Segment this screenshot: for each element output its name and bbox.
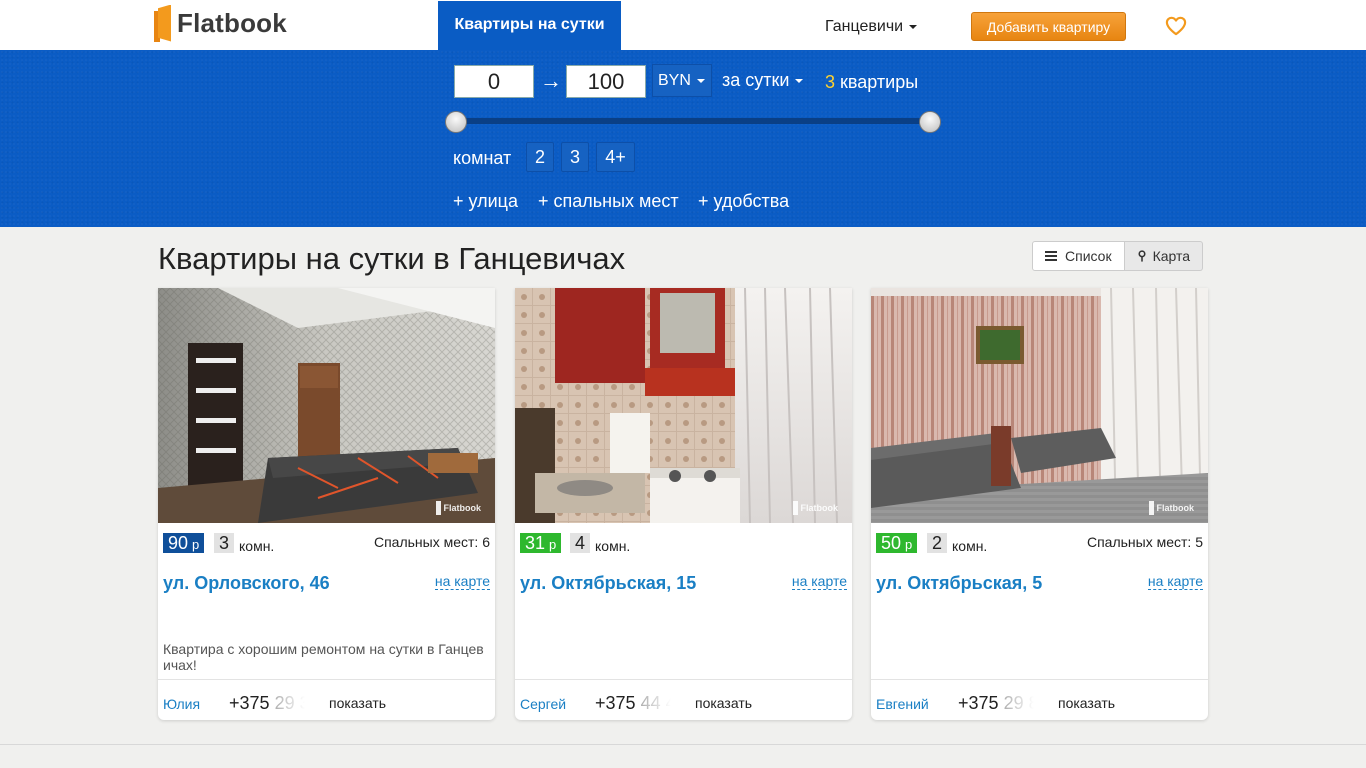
period-label: за сутки	[722, 70, 790, 90]
rooms-label: комнат	[453, 148, 512, 168]
rooms-badge: 4	[570, 533, 591, 553]
price-badge: 31 р	[520, 533, 562, 553]
results-count: 3 квартиры	[825, 72, 918, 93]
listing-photo[interactable]: Flatbook	[871, 288, 1208, 523]
results-count-number: 3	[825, 72, 836, 92]
caret-down-icon	[909, 24, 918, 29]
filter-panel: 0 → 100 BYN за сутки 3 квартиры комнат 2…	[0, 50, 1366, 227]
price-badge: 90 р	[163, 533, 205, 553]
filter-beds-link[interactable]: + спальных мест	[538, 191, 679, 212]
list-icon	[1045, 251, 1057, 261]
period-select[interactable]: за сутки	[722, 70, 804, 91]
rooms-option-3[interactable]: 3	[561, 142, 589, 172]
price-slider-min-handle[interactable]	[445, 111, 467, 133]
currency-label: BYN	[658, 71, 691, 89]
view-map-button[interactable]: Карта	[1124, 241, 1204, 271]
currency-select[interactable]: BYN	[652, 64, 712, 97]
price-value: 90	[168, 533, 189, 553]
caret-down-icon	[696, 78, 705, 83]
owner-name[interactable]: Юлия	[163, 696, 200, 712]
rooms-option-2[interactable]: 2	[526, 142, 554, 172]
show-phone-button[interactable]: показать	[1058, 695, 1115, 711]
price-badge: 50 р	[876, 533, 918, 553]
kitchen-photo-image	[515, 288, 852, 523]
favorites-heart-icon[interactable]	[1165, 16, 1187, 36]
listing-street-link[interactable]: ул. Октябрьская, 5	[876, 573, 1042, 594]
price-currency: р	[905, 537, 913, 552]
price-to-input[interactable]: 100	[566, 65, 646, 98]
view-list-label: Список	[1065, 248, 1112, 264]
filter-street-link[interactable]: + улица	[453, 191, 518, 212]
price-from-input[interactable]: 0	[454, 65, 534, 98]
view-toggle: Список Карта	[1032, 241, 1204, 271]
show-on-map-link[interactable]: на карте	[1147, 574, 1203, 590]
listing-card[interactable]: Flatbook 50 р 2 комн. Спальных мест: 5 ул…	[871, 288, 1208, 720]
listing-street-link[interactable]: ул. Октябрьская, 15	[520, 573, 696, 594]
results-count-label: квартиры	[840, 72, 919, 92]
listing-card[interactable]: Flatbook 31 р 4 комн. ул. Октябрьская, 15…	[515, 288, 852, 720]
show-phone-button[interactable]: показать	[695, 695, 752, 711]
site-header: Flatbook Квартиры на сутки Ганцевичи Доб…	[0, 0, 1366, 50]
listing-street-link[interactable]: ул. Орловского, 46	[163, 573, 330, 594]
caret-down-icon	[795, 79, 804, 84]
price-slider-max-handle[interactable]	[919, 111, 941, 133]
page-title: Квартиры на сутки в Ганцевичах	[158, 241, 626, 276]
show-on-map-link[interactable]: на карте	[791, 574, 847, 590]
nav-tab-apartments[interactable]: Квартиры на сутки	[438, 1, 621, 50]
footer-divider	[0, 744, 1366, 745]
listing-photo[interactable]: Flatbook	[515, 288, 852, 523]
view-list-button[interactable]: Список	[1032, 241, 1125, 271]
filter-amenities-link[interactable]: + удобства	[698, 191, 789, 212]
bedroom-photo-image	[158, 288, 495, 523]
show-on-map-link[interactable]: на карте	[434, 574, 490, 590]
rooms-badge: 3	[214, 533, 235, 553]
map-pin-icon	[1138, 250, 1146, 262]
watermark-logo: Flatbook	[435, 501, 481, 515]
show-phone-button[interactable]: показать	[329, 695, 386, 711]
rooms-suffix: комн.	[952, 538, 988, 554]
add-apartment-button[interactable]: Добавить квартиру	[971, 12, 1126, 41]
logo[interactable]: Flatbook	[154, 4, 287, 42]
beds-count: Спальных мест: 6	[373, 534, 490, 550]
price-value: 31	[525, 533, 546, 553]
logo-door-icon	[154, 4, 171, 42]
phone-number: +375 29 8	[958, 693, 1038, 713]
price-slider-track[interactable]	[456, 118, 930, 124]
price-currency: р	[549, 537, 557, 552]
contact-row: Евгений +375 29 8 показать	[871, 679, 1208, 720]
contact-row: Сергей +375 44 4 показать	[515, 679, 852, 720]
listing-card[interactable]: Flatbook 90 р 3 комн. Спальных мест: 6 ул…	[158, 288, 495, 720]
city-selector[interactable]: Ганцевичи	[825, 18, 918, 36]
price-currency: р	[192, 537, 200, 552]
rooms-suffix: комн.	[239, 538, 275, 554]
watermark-logo: Flatbook	[1148, 501, 1194, 515]
rooms-option-4plus[interactable]: 4+	[596, 142, 635, 172]
owner-name[interactable]: Сергей	[520, 696, 566, 712]
phone-number: +375 29 3	[229, 693, 309, 713]
rooms-badge: 2	[927, 533, 948, 553]
logo-text: Flatbook	[177, 7, 287, 38]
phone-number: +375 44 4	[595, 693, 675, 713]
city-label: Ганцевичи	[825, 18, 904, 35]
bedroom-photo-image	[871, 288, 1208, 523]
view-map-label: Карта	[1152, 248, 1191, 264]
contact-row: Юлия +375 29 3 показать	[158, 679, 495, 720]
listing-description: Квартира с хорошим ремонтом на сутки в Г…	[163, 641, 484, 673]
range-arrow: →	[540, 68, 562, 93]
owner-name[interactable]: Евгений	[876, 696, 929, 712]
rooms-suffix: комн.	[595, 538, 631, 554]
listing-photo[interactable]: Flatbook	[158, 288, 495, 523]
price-value: 50	[881, 533, 902, 553]
watermark-logo: Flatbook	[792, 501, 838, 515]
beds-count: Спальных мест: 5	[1086, 534, 1203, 550]
